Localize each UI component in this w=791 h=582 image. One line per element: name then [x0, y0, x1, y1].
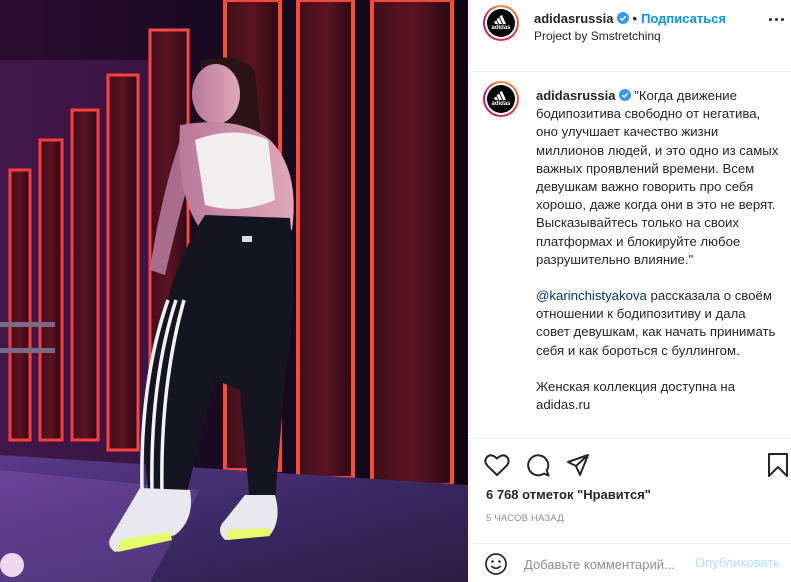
comment-row: Опубликовать	[470, 543, 791, 582]
caption-avatar[interactable]: adidas	[483, 81, 519, 117]
follow-button[interactable]: Подписаться	[641, 11, 726, 26]
post-timestamp[interactable]: 5 часов назад	[486, 513, 564, 524]
verified-badge-icon	[618, 89, 631, 101]
post-header: adidas adidasrussia • Подписаться Project …	[470, 0, 791, 72]
more-dot-icon	[774, 17, 778, 21]
header-subtitle[interactable]: Project by Smstretchinq	[534, 29, 661, 43]
caption-collection: Женская коллекция доступна на adidas.ru	[536, 378, 739, 413]
like-button[interactable]	[484, 453, 510, 482]
caption-quote: "Когда движение бодипозитива свободно от…	[536, 88, 783, 267]
post-panel: adidas adidasrussia • Подписаться Project …	[469, 0, 791, 582]
actions-section: 6 768 отметок "Нравится" 5 часов назад О…	[470, 438, 791, 582]
comment-icon	[527, 454, 550, 477]
smiley-icon	[485, 553, 507, 575]
comment-input[interactable]	[524, 555, 694, 573]
bookmark-icon	[768, 453, 788, 477]
verified-badge-icon	[616, 12, 629, 24]
emoji-button[interactable]	[485, 553, 507, 580]
caption-username[interactable]: adidasrussia	[536, 88, 616, 103]
more-dot-icon	[780, 17, 784, 21]
adidas-logo-icon: adidas	[487, 85, 515, 113]
mention-link[interactable]: @karinchistyakova	[536, 288, 647, 303]
header-user-line: adidasrussia • Подписаться	[534, 11, 726, 26]
avatar[interactable]: adidas	[483, 5, 519, 41]
more-options-button[interactable]	[766, 13, 786, 25]
post-photo[interactable]	[0, 0, 468, 582]
separator-dot: •	[632, 11, 638, 26]
comment-button[interactable]	[526, 453, 550, 482]
adidas-logo-icon: adidas	[487, 9, 515, 37]
publish-button[interactable]: Опубликовать	[695, 555, 780, 570]
likes-count[interactable]: 6 768 отметок "Нравится"	[486, 487, 651, 502]
caption-area: adidas adidasrussia "Когда движение боди…	[470, 73, 791, 438]
caption-text: adidasrussia "Когда движение бодипозитив…	[536, 87, 782, 414]
heart-icon	[484, 454, 510, 476]
save-button[interactable]	[767, 452, 789, 483]
share-button[interactable]	[566, 453, 590, 482]
more-dot-icon	[768, 17, 772, 21]
header-username[interactable]: adidasrussia	[534, 11, 614, 26]
paper-plane-icon	[567, 454, 589, 476]
post-image	[0, 0, 468, 582]
